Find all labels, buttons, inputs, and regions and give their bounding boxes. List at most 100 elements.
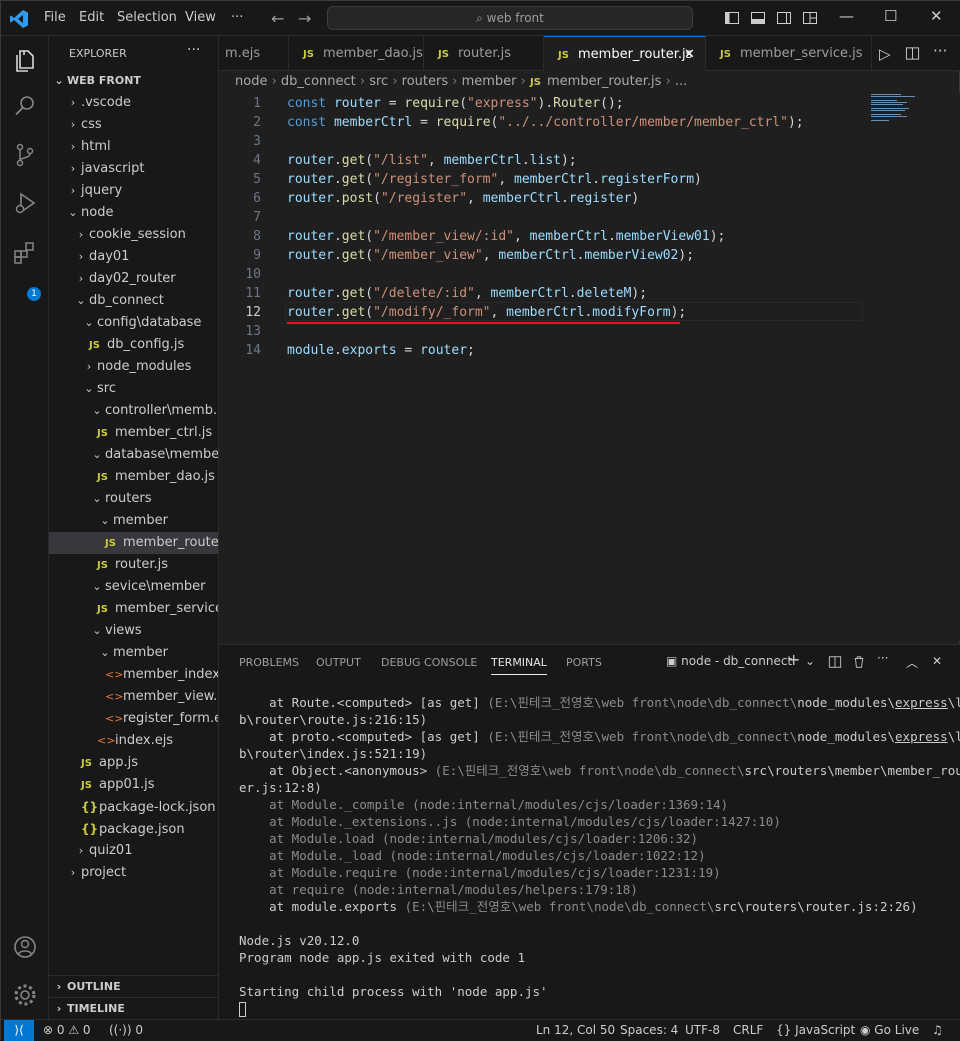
customize-layout-icon[interactable]: [802, 10, 818, 26]
back-arrow-icon[interactable]: ←: [271, 9, 284, 28]
minimap[interactable]: [869, 93, 945, 123]
explorer-files-icon[interactable]: [11, 47, 39, 75]
code-line[interactable]: router.get("/list", memberCtrl.list);: [287, 151, 577, 170]
file-item[interactable]: <>register_form.ejs: [49, 708, 218, 730]
command-center-search[interactable]: ⌕ web front: [327, 6, 693, 30]
problems-status[interactable]: ⊗ 0 ⚠ 0: [43, 1023, 91, 1037]
file-item[interactable]: <>member_index...: [49, 664, 218, 686]
folder-item[interactable]: ⌄ config\database: [49, 312, 218, 334]
file-item[interactable]: JS member_route...: [49, 532, 218, 554]
line-ending[interactable]: CRLF: [733, 1023, 763, 1037]
tab-router[interactable]: JS router.js: [424, 36, 544, 71]
code-line[interactable]: module.exports = router;: [287, 341, 475, 360]
ports-status[interactable]: ((·)) 0: [109, 1023, 143, 1037]
encoding[interactable]: UTF-8: [685, 1023, 720, 1037]
code-line[interactable]: router.get("/member_view/:id", memberCtr…: [287, 227, 725, 246]
close-tab-icon[interactable]: ✕: [684, 37, 695, 71]
toggle-secondary-sidebar-icon[interactable]: [776, 10, 792, 26]
tab-output[interactable]: OUTPUT: [316, 656, 361, 669]
folder-item[interactable]: › day01: [49, 246, 218, 268]
run-file-icon[interactable]: ▷: [879, 45, 891, 63]
folder-item[interactable]: ⌄ src: [49, 378, 218, 400]
folder-item[interactable]: ⌄ database\member: [49, 444, 218, 466]
run-debug-icon[interactable]: [11, 189, 39, 217]
code-line[interactable]: const memberCtrl = require("../../contro…: [287, 113, 804, 132]
forward-arrow-icon[interactable]: →: [298, 9, 311, 28]
settings-gear-icon[interactable]: [11, 981, 39, 1009]
folder-item[interactable]: › html: [49, 136, 218, 158]
split-editor-icon[interactable]: [905, 46, 920, 61]
code-line[interactable]: router.get("/modify/_form", memberCtrl.m…: [287, 303, 686, 322]
code-line[interactable]: router.get("/delete/:id", memberCtrl.del…: [287, 284, 647, 303]
folder-item[interactable]: ⌄ controller\memb...: [49, 400, 218, 422]
folder-item[interactable]: › project: [49, 862, 218, 884]
folder-item[interactable]: ⌄ node: [49, 202, 218, 224]
folder-item[interactable]: ⌄ member: [49, 510, 218, 532]
file-item[interactable]: <>index.ejs: [49, 730, 218, 752]
code-line[interactable]: router.post("/register", memberCtrl.regi…: [287, 189, 639, 208]
close-panel-icon[interactable]: ✕: [932, 654, 942, 668]
code-line[interactable]: const router = require("express").Router…: [287, 94, 624, 113]
maximize-panel-icon[interactable]: ︿: [906, 654, 918, 671]
tab-terminal[interactable]: TERMINAL: [491, 656, 547, 675]
folder-item[interactable]: › jquery: [49, 180, 218, 202]
cursor-position[interactable]: Ln 12, Col 50: [536, 1023, 615, 1037]
tab-ejs[interactable]: m.ejs: [219, 36, 289, 71]
maximize-icon[interactable]: ☐: [884, 7, 897, 25]
file-item[interactable]: JS router.js: [49, 554, 218, 576]
editor-more-icon[interactable]: ···: [933, 42, 947, 60]
folder-item[interactable]: › css: [49, 114, 218, 136]
terminal-selector[interactable]: ▣ node - db_connect: [666, 654, 792, 668]
breadcrumb-item[interactable]: member_router.js: [547, 74, 661, 89]
terminal-cursor[interactable]: [239, 1000, 949, 1017]
menu-file[interactable]: File: [44, 10, 66, 25]
source-control-icon[interactable]: [11, 141, 39, 169]
toggle-panel-icon[interactable]: [750, 10, 766, 26]
remote-indicator-icon[interactable]: ⟩⟨: [4, 1020, 34, 1041]
search-sidebar-icon[interactable]: [11, 92, 39, 120]
menu-more[interactable]: ···: [231, 10, 243, 25]
folder-item[interactable]: ⌄ views: [49, 620, 218, 642]
breadcrumb-item[interactable]: routers: [402, 74, 448, 89]
file-item[interactable]: JS member_ctrl.js: [49, 422, 218, 444]
code-line[interactable]: router.get("/member_view", memberCtrl.me…: [287, 246, 694, 265]
file-item[interactable]: JS db_config.js: [49, 334, 218, 356]
code-line[interactable]: router.get("/register_form", memberCtrl.…: [287, 170, 702, 189]
folder-item[interactable]: › cookie_session: [49, 224, 218, 246]
menu-edit[interactable]: Edit: [79, 10, 104, 25]
breadcrumb-item[interactable]: src: [369, 74, 388, 89]
tab-member-router[interactable]: JS member_router.js ✕: [544, 36, 706, 71]
tab-ports[interactable]: PORTS: [566, 656, 602, 669]
accounts-icon[interactable]: [11, 933, 39, 961]
breadcrumb-item[interactable]: node: [235, 74, 267, 89]
file-item[interactable]: <>member_view....: [49, 686, 218, 708]
menu-view[interactable]: View: [185, 10, 216, 25]
trash-icon[interactable]: [852, 655, 866, 669]
file-item[interactable]: JS member_dao.js: [49, 466, 218, 488]
folder-item[interactable]: ⌄ member: [49, 642, 218, 664]
folder-item[interactable]: › node_modules: [49, 356, 218, 378]
tab-member-service[interactable]: JS member_service.js: [706, 36, 872, 71]
file-item[interactable]: JS member_service...: [49, 598, 218, 620]
language-mode[interactable]: {} JavaScript: [776, 1023, 855, 1037]
file-item[interactable]: JS app.js: [49, 752, 218, 774]
chevron-down-icon[interactable]: ⌄: [805, 654, 815, 668]
folder-item[interactable]: ⌄ db_connect: [49, 290, 218, 312]
workspace-root[interactable]: ⌄ WEB FRONT: [49, 70, 218, 92]
folder-item[interactable]: ⌄ routers: [49, 488, 218, 510]
breadcrumb-item[interactable]: ...: [675, 74, 687, 89]
folder-item[interactable]: › javascript: [49, 158, 218, 180]
file-item[interactable]: JS app01.js: [49, 774, 218, 796]
folder-item[interactable]: › .vscode: [49, 92, 218, 114]
panel-more-icon[interactable]: ···: [877, 651, 888, 665]
code-editor[interactable]: 1 const router = require("express").Route…: [219, 93, 960, 641]
split-terminal-icon[interactable]: [828, 655, 842, 669]
folder-item[interactable]: › day02_router: [49, 268, 218, 290]
indentation[interactable]: Spaces: 4: [620, 1023, 678, 1037]
breadcrumb-item[interactable]: db_connect: [281, 74, 356, 89]
file-item[interactable]: {}package-lock.json: [49, 796, 218, 818]
tab-debug-console[interactable]: DEBUG CONSOLE: [381, 656, 477, 669]
timeline-section[interactable]: › TIMELINE: [49, 997, 218, 1019]
menu-selection[interactable]: Selection: [117, 10, 177, 25]
extensions-icon[interactable]: [11, 239, 39, 267]
